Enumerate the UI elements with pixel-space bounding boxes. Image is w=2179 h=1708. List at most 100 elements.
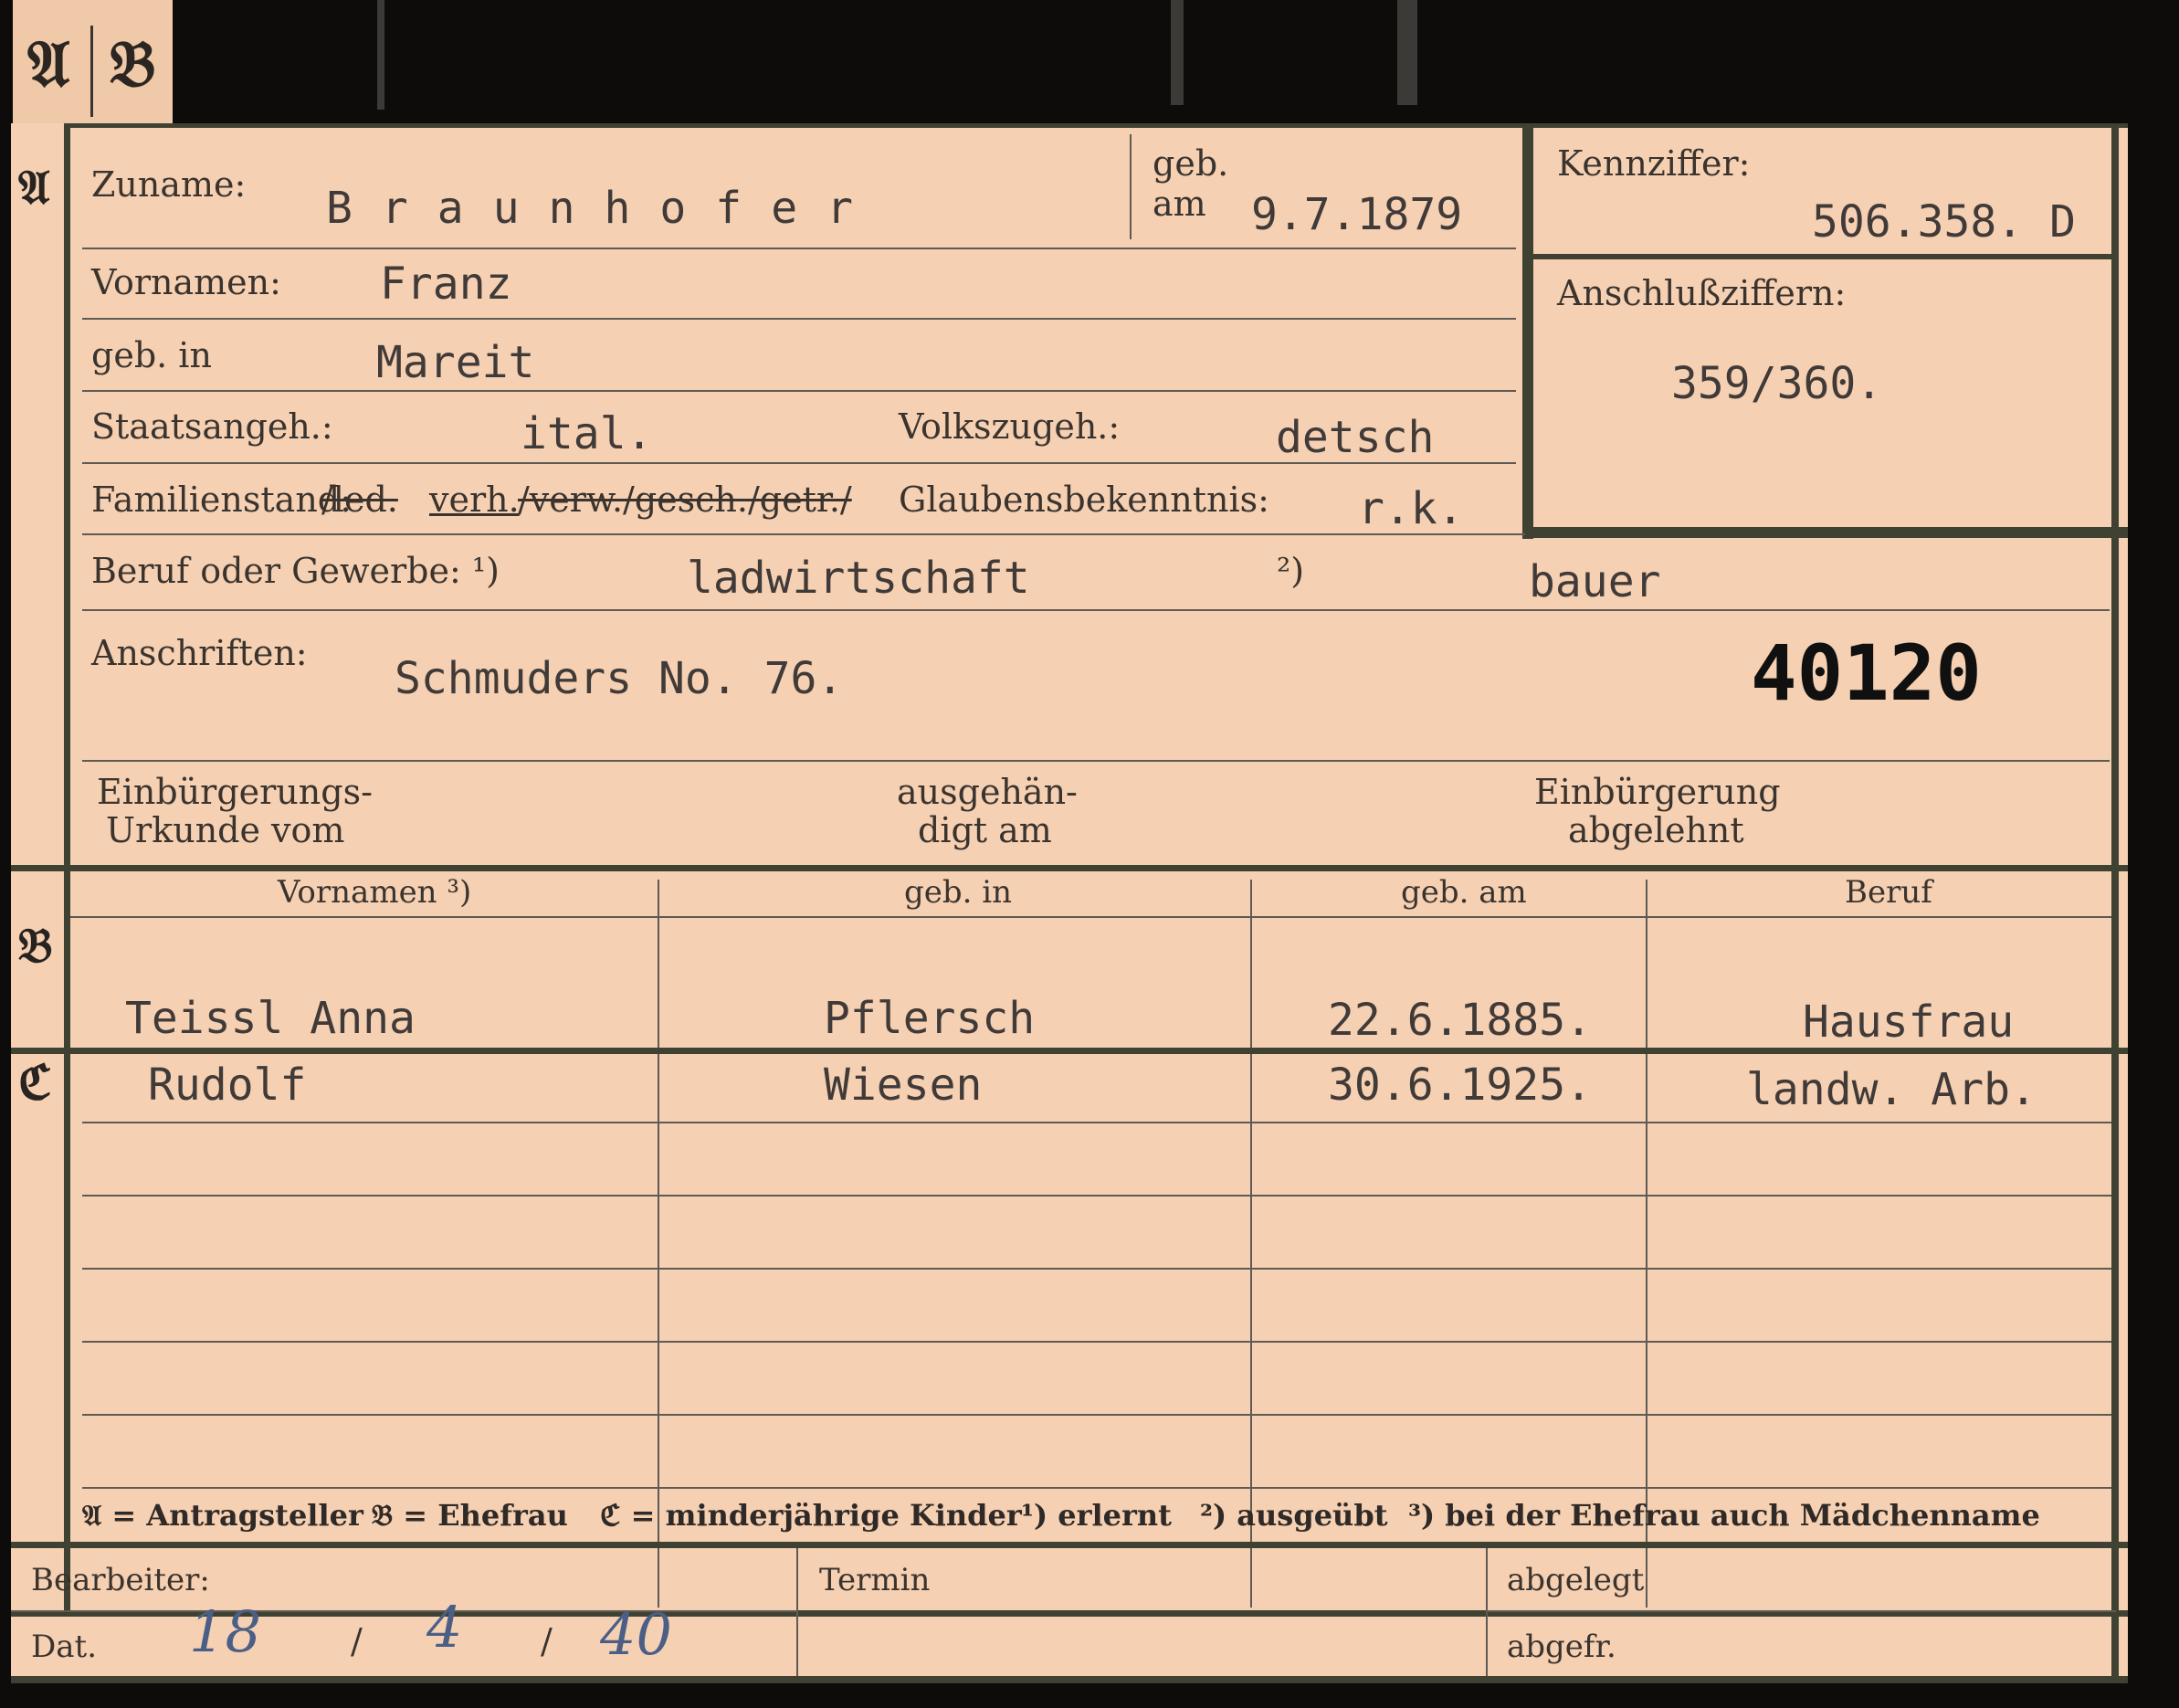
anschriften-value: Schmuders No. 76. — [395, 653, 844, 704]
top-mark — [1397, 0, 1417, 105]
abgefr-label: abgefr. — [1507, 1629, 1616, 1665]
col-header-geb-in: geb. in — [904, 874, 1013, 911]
zuname-label: Zuname: — [91, 164, 247, 205]
beruf-value-erlernt: ladwirtschaft — [687, 553, 1030, 604]
volkszugeh-label: Volkszugeh.: — [899, 406, 1121, 447]
geb-in-value: Mareit — [376, 337, 535, 388]
geb-in-label: geb. in — [91, 335, 212, 375]
familienstand-selected: verh. — [429, 480, 520, 520]
top-mark — [1171, 0, 1184, 105]
rule — [82, 248, 1516, 249]
dat-day-handwritten: 18 — [189, 1598, 261, 1665]
registration-number-stamp: 40120 — [1751, 628, 1982, 718]
card-right-border — [2111, 128, 2119, 1681]
col-header-geb-am: geb. am — [1401, 874, 1527, 911]
rule — [82, 1268, 2111, 1270]
col-header-beruf: Beruf — [1845, 874, 1932, 911]
section-c-top-border — [11, 1048, 2128, 1054]
abgelehnt-label-2: abgelehnt — [1568, 810, 1744, 850]
kennziffer-box-bottom — [1527, 527, 2128, 538]
dat-separator: / — [541, 1621, 553, 1661]
familienstand-struck-options: /verw./gesch./getr./ — [518, 480, 852, 520]
einbuergerung-label-2: Urkunde vom — [106, 810, 345, 850]
anschlussziffern-label: Anschlußziffern: — [1557, 273, 1847, 313]
footer-divider — [1486, 1548, 1488, 1683]
glauben-value: r.k. — [1358, 483, 1464, 534]
section-a-letter: 𝔄 — [18, 160, 50, 216]
kennziffer-box-divider — [1527, 254, 2111, 259]
beruf-value-ausgeuebt: bauer — [1529, 556, 1661, 607]
glauben-label: Glaubensbekenntnis: — [899, 480, 1269, 520]
vornamen-label: Vornamen: — [91, 262, 281, 302]
spouse-geb-am: 22.6.1885. — [1328, 995, 1592, 1046]
child-beruf: landw. Arb. — [1746, 1064, 2037, 1115]
top-mark — [377, 0, 384, 110]
am-label: am — [1153, 184, 1206, 224]
section-b-letter: 𝔅 — [18, 918, 53, 974]
einbuergerung-label-1: Einbürgerungs- — [97, 772, 373, 812]
footer-divider — [796, 1548, 798, 1683]
registration-card: 𝔄 𝔅 ℭ Zuname: Braunhofer geb. am 9.7.187… — [11, 123, 2128, 1683]
dat-year-handwritten: 40 — [600, 1601, 672, 1668]
tab-letter-a: 𝔄 — [27, 26, 70, 101]
tab-divider — [90, 26, 93, 117]
geb-am-value: 9.7.1879 — [1251, 189, 1463, 240]
rule — [82, 533, 1525, 535]
rule — [82, 1195, 2111, 1197]
card-top-border — [66, 123, 2128, 128]
footer-rule — [11, 1610, 796, 1612]
spouse-beruf: Hausfrau — [1803, 996, 2015, 1048]
anschlussziffern-value: 359/360. — [1671, 358, 1883, 409]
rule — [82, 390, 1516, 392]
dat-label: Dat. — [31, 1629, 98, 1665]
section-c-letter: ℭ — [18, 1055, 52, 1111]
child-geb-am: 30.6.1925. — [1328, 1060, 1592, 1111]
familienstand-struck-option: /led. — [321, 480, 398, 520]
abgelehnt-label-1: Einbürgerung — [1534, 772, 1781, 812]
legend-note-3: ³) bei der Ehefrau auch Mädchenname — [1408, 1498, 2040, 1533]
staatsangeh-value: ital. — [521, 408, 653, 459]
rule — [82, 760, 2110, 762]
spouse-vornamen: Teissl Anna — [125, 993, 416, 1044]
legend-antragsteller: 𝔄 = Antragsteller — [82, 1498, 363, 1533]
bearbeiter-label: Bearbeiter: — [31, 1562, 210, 1598]
rule — [82, 1341, 2111, 1343]
child-geb-in: Wiesen — [824, 1060, 983, 1111]
volkszugeh-value: detsch — [1276, 412, 1435, 463]
tab-letter-b: 𝔅 — [110, 26, 156, 101]
geb-am-divider — [1130, 134, 1132, 239]
kennziffer-label: Kennziffer: — [1557, 143, 1751, 184]
dat-month-handwritten: 4 — [426, 1594, 463, 1661]
rule — [82, 1487, 2111, 1489]
rule — [82, 318, 1516, 320]
rule — [82, 1122, 2111, 1123]
ausgehaendigt-label-1: ausgehän- — [897, 772, 1078, 812]
vornamen-value: Franz — [380, 258, 512, 310]
col-header-vornamen: Vornamen ³) — [278, 874, 472, 911]
footer-rule — [1486, 1610, 2116, 1612]
geb-label: geb. — [1153, 143, 1229, 184]
familienstand-label: Familienstand: — [91, 480, 352, 520]
section-bc-bar — [64, 868, 70, 1612]
rule — [82, 609, 2110, 611]
legend-note-1: ¹) erlernt — [1021, 1498, 1172, 1533]
kennziffer-value: 506.358. D — [1812, 196, 2076, 248]
beruf-label: Beruf oder Gewerbe: ¹) — [91, 551, 500, 591]
rule — [82, 1414, 2111, 1416]
legend-note-2: ²) ausgeübt — [1200, 1498, 1388, 1533]
abgelegt-label: abgelegt — [1507, 1562, 1645, 1598]
section-b-top-border — [11, 865, 2128, 871]
spouse-geb-in: Pflersch — [824, 993, 1036, 1044]
staatsangeh-label: Staatsangeh.: — [91, 406, 333, 447]
kennziffer-box-left — [1522, 128, 1533, 539]
legend-kinder: ℭ = minderjährige Kinder — [600, 1498, 1022, 1533]
table-header-rule — [70, 916, 2111, 918]
legend-ehefrau: 𝔅 = Ehefrau — [372, 1498, 568, 1533]
ausgehaendigt-label-2: digt am — [918, 810, 1052, 850]
legend-bottom-border — [11, 1542, 2128, 1548]
child-vornamen: Rudolf — [148, 1060, 307, 1111]
card-bottom-border — [11, 1676, 2128, 1683]
section-a-bar — [64, 123, 70, 868]
anschriften-label: Anschriften: — [91, 633, 308, 673]
termin-label: Termin — [819, 1562, 931, 1598]
